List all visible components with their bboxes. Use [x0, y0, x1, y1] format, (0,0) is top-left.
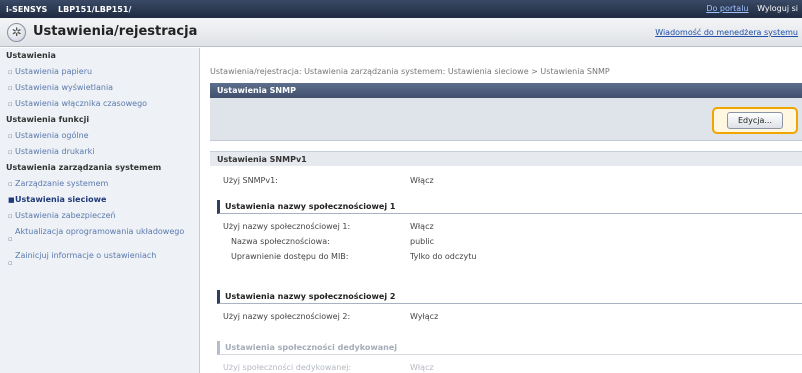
- bullet-icon: ▫: [8, 259, 13, 267]
- main-content: Ustawienia/rejestracja: Ustawienia zarzą…: [210, 48, 802, 373]
- dedicated-community-section-title: Ustawienia społeczności dedykowanej: [217, 341, 802, 355]
- use-dedicated-community-row: Użyj społeczności dedykowanej: Włącz: [210, 361, 802, 373]
- sidebar: Ustawienia ▫ Ustawienia papieru ▫ Ustawien…: [0, 48, 200, 373]
- active-bullet-icon: ■: [8, 196, 15, 204]
- top-links: Do portalu Wyloguj si: [700, 4, 798, 13]
- sidebar-item-paper[interactable]: ▫ Ustawienia papieru: [0, 64, 199, 80]
- use-community2-label: Użyj nazwy społecznościowej 2:: [223, 312, 351, 321]
- page-title: Ustawienia/rejestracja: [33, 24, 198, 39]
- bullet-icon: ▫: [8, 148, 13, 156]
- use-community1-value: Włącz: [410, 222, 434, 231]
- mib-access-value: Tylko do odczytu: [410, 252, 477, 261]
- edit-button[interactable]: Edycja...: [726, 112, 784, 129]
- sidebar-heading-management[interactable]: Ustawienia zarządzania systemem: [0, 160, 199, 176]
- use-community2-row: Użyj nazwy społecznościowej 2: Wyłącz: [210, 310, 802, 324]
- use-community2-value: Wyłącz: [410, 312, 439, 321]
- bullet-icon: ▫: [8, 212, 13, 220]
- bullet-icon: ▫: [8, 68, 13, 76]
- community2-section-title: Ustawienia nazwy społecznościowej 2: [217, 290, 802, 304]
- community1-section-title: Ustawienia nazwy społecznościowej 1: [217, 200, 802, 214]
- community-name-row: Nazwa społecznościowa: public: [210, 235, 802, 249]
- device-model: LBP151/LBP151/: [58, 4, 132, 14]
- bullet-icon: ▫: [8, 84, 13, 92]
- breadcrumb: Ustawienia/rejestracja: Ustawienia zarzą…: [210, 67, 610, 76]
- use-community1-label: Użyj nazwy społecznościowej 1:: [223, 222, 351, 231]
- message-to-admin-link[interactable]: Wiadomość do menedżera systemu: [655, 28, 798, 37]
- portal-link[interactable]: Do portalu: [706, 4, 748, 13]
- use-snmpv1-value: Włącz: [410, 176, 434, 185]
- bullet-icon: ▫: [8, 100, 13, 108]
- mib-access-row: Uprawnienie dostępu do MIB: Tylko do odc…: [210, 250, 802, 264]
- snmpv1-section-title: Ustawienia SNMPv1: [210, 151, 802, 166]
- bullet-icon: ▫: [8, 235, 13, 243]
- sidebar-heading-settings[interactable]: Ustawienia: [0, 48, 199, 64]
- use-community1-row: Użyj nazwy społecznościowej 1: Włącz: [210, 220, 802, 234]
- panel-toolbar: Edycja...: [210, 98, 802, 141]
- settings-gear-icon: ✲: [7, 23, 26, 42]
- sidebar-item-display[interactable]: ▫ Ustawienia wyświetlania: [0, 80, 199, 96]
- sidebar-item-initialize[interactable]: ▫ Zainicjuj informacje o ustawieniach: [0, 248, 199, 272]
- panel-title: Ustawienia SNMP: [210, 83, 802, 98]
- edit-button-highlight: Edycja...: [712, 107, 798, 134]
- bullet-icon: ▫: [8, 180, 13, 188]
- sidebar-item-general[interactable]: ▫ Ustawienia ogólne: [0, 128, 199, 144]
- use-dedicated-value: Włącz: [410, 363, 434, 372]
- use-snmpv1-row: Użyj SNMPv1: Włącz: [210, 174, 802, 188]
- sidebar-item-timer[interactable]: ▫ Ustawienia włącznika czasowego: [0, 96, 199, 112]
- use-snmpv1-label: Użyj SNMPv1:: [223, 176, 278, 185]
- community-name-value: public: [410, 237, 435, 246]
- sidebar-heading-functions[interactable]: Ustawienia funkcji: [0, 112, 199, 128]
- logout-link[interactable]: Wyloguj si: [757, 4, 798, 13]
- brand-logo: i-SENSYS: [6, 4, 48, 14]
- sidebar-item-system-management[interactable]: ▫ Zarządzanie systemem: [0, 176, 199, 192]
- sidebar-item-printer[interactable]: ▫ Ustawienia drukarki: [0, 144, 199, 160]
- sidebar-item-security[interactable]: ▫ Ustawienia zabezpieczeń: [0, 208, 199, 224]
- sidebar-item-firmware[interactable]: ▫ Aktualizacja oprogramowania układowego: [0, 224, 199, 248]
- mib-access-label: Uprawnienie dostępu do MIB:: [231, 252, 349, 261]
- use-dedicated-label: Użyj społeczności dedykowanej:: [223, 363, 352, 372]
- sidebar-item-network[interactable]: ■ Ustawienia sieciowe: [0, 192, 199, 208]
- community-name-label: Nazwa społecznościowa:: [231, 237, 330, 246]
- page-header: ✲ Ustawienia/rejestracja Wiadomość do me…: [0, 18, 802, 47]
- bullet-icon: ▫: [8, 132, 13, 140]
- top-bar: i-SENSYS LBP151/LBP151/ Do portalu Wylog…: [0, 0, 802, 18]
